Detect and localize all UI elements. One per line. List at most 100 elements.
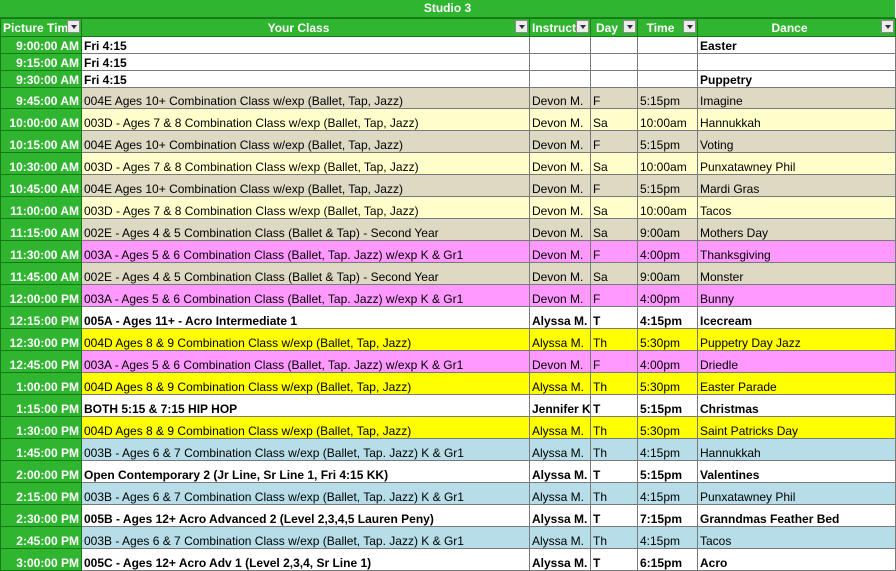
cell-class[interactable]: Fri 4:15	[81, 36, 530, 54]
cell-time[interactable]: 4:00pm	[637, 350, 698, 373]
cell-time[interactable]: 6:15pm	[637, 548, 698, 571]
cell-dance[interactable]: Punxatawney Phil	[697, 152, 896, 175]
cell-day[interactable]: F	[590, 284, 638, 307]
cell-dance[interactable]: Granndmas Feather Bed	[697, 504, 896, 527]
cell-day[interactable]	[590, 53, 638, 71]
cell-dance[interactable]: Mardi Gras	[697, 174, 896, 197]
cell-time[interactable]: 9:00am	[637, 218, 698, 241]
cell-day[interactable]: Sa	[590, 152, 638, 175]
cell-instructor[interactable]: Devon M.	[529, 87, 591, 109]
cell-instructor[interactable]: Alyssa M.	[529, 526, 591, 549]
cell-dance[interactable]: Thanksgiving	[697, 240, 896, 263]
cell-dance[interactable]: Voting	[697, 130, 896, 153]
cell-time[interactable]: 9:00am	[637, 262, 698, 285]
cell-day[interactable]: Th	[590, 372, 638, 395]
filter-dropdown-icon[interactable]	[515, 20, 528, 33]
cell-class[interactable]: 002E - Ages 4 & 5 Combination Class (Bal…	[81, 262, 530, 285]
cell-picture-time[interactable]: 9:45:00 AM	[0, 87, 82, 109]
cell-picture-time[interactable]: 1:00:00 PM	[0, 372, 82, 395]
cell-class[interactable]: 003B - Ages 6 & 7 Combination Class w/ex…	[81, 438, 530, 461]
cell-day[interactable]: F	[590, 350, 638, 373]
cell-picture-time[interactable]: 11:15:00 AM	[0, 218, 82, 241]
cell-day[interactable]: Th	[590, 482, 638, 505]
cell-picture-time[interactable]: 12:00:00 PM	[0, 284, 82, 307]
cell-day[interactable]: F	[590, 130, 638, 153]
cell-day[interactable]: Th	[590, 526, 638, 549]
cell-time[interactable]	[637, 36, 698, 54]
cell-picture-time[interactable]: 2:00:00 PM	[0, 460, 82, 483]
cell-class[interactable]: BOTH 5:15 & 7:15 HIP HOP	[81, 394, 530, 417]
cell-day[interactable]: Sa	[590, 218, 638, 241]
cell-time[interactable]: 4:00pm	[637, 284, 698, 307]
cell-dance[interactable]: Tacos	[697, 196, 896, 219]
cell-dance[interactable]: Punxatawney Phil	[697, 482, 896, 505]
cell-instructor[interactable]: Alyssa M.	[529, 548, 591, 571]
cell-day[interactable]: Th	[590, 416, 638, 439]
cell-instructor[interactable]: Devon M.	[529, 240, 591, 263]
cell-class[interactable]: Open Contemporary 2 (Jr Line, Sr Line 1,…	[81, 460, 530, 483]
cell-day[interactable]: Th	[590, 328, 638, 351]
cell-class[interactable]: 003A - Ages 5 & 6 Combination Class (Bal…	[81, 350, 530, 373]
cell-time[interactable]: 4:15pm	[637, 438, 698, 461]
filter-dropdown-icon[interactable]	[881, 20, 894, 33]
cell-class[interactable]: 005B - Ages 12+ Acro Advanced 2 (Level 2…	[81, 504, 530, 527]
cell-dance[interactable]: Hannukkah	[697, 108, 896, 131]
cell-time[interactable]: 5:15pm	[637, 174, 698, 197]
cell-time[interactable]: 4:15pm	[637, 526, 698, 549]
cell-picture-time[interactable]: 12:15:00 PM	[0, 306, 82, 329]
cell-instructor[interactable]: Alyssa M.	[529, 416, 591, 439]
cell-instructor[interactable]	[529, 36, 591, 54]
cell-day[interactable]: F	[590, 87, 638, 109]
cell-instructor[interactable]: Devon M.	[529, 174, 591, 197]
cell-dance[interactable]: Saint Patricks Day	[697, 416, 896, 439]
cell-picture-time[interactable]: 3:00:00 PM	[0, 548, 82, 571]
cell-time[interactable]: 4:15pm	[637, 306, 698, 329]
cell-dance[interactable]: Driedle	[697, 350, 896, 373]
cell-picture-time[interactable]: 12:45:00 PM	[0, 350, 82, 373]
cell-instructor[interactable]: Alyssa M.	[529, 460, 591, 483]
cell-day[interactable]: T	[590, 394, 638, 417]
cell-class[interactable]: 002E - Ages 4 & 5 Combination Class (Bal…	[81, 218, 530, 241]
cell-class[interactable]: Fri 4:15	[81, 53, 530, 71]
cell-picture-time[interactable]: 9:30:00 AM	[0, 70, 82, 88]
cell-class[interactable]: 003D - Ages 7 & 8 Combination Class w/ex…	[81, 108, 530, 131]
cell-instructor[interactable]: Devon M.	[529, 218, 591, 241]
cell-picture-time[interactable]: 11:00:00 AM	[0, 196, 82, 219]
cell-class[interactable]: 004D Ages 8 & 9 Combination Class w/exp …	[81, 416, 530, 439]
cell-class[interactable]: 005A - Ages 11+ - Acro Intermediate 1	[81, 306, 530, 329]
cell-picture-time[interactable]: 1:30:00 PM	[0, 416, 82, 439]
cell-picture-time[interactable]: 9:15:00 AM	[0, 53, 82, 71]
cell-class[interactable]: 003D - Ages 7 & 8 Combination Class w/ex…	[81, 152, 530, 175]
cell-dance[interactable]: Valentines	[697, 460, 896, 483]
cell-time[interactable]: 5:15pm	[637, 460, 698, 483]
cell-class[interactable]: 005C - Ages 12+ Acro Adv 1 (Level 2,3,4,…	[81, 548, 530, 571]
cell-time[interactable]: 5:30pm	[637, 372, 698, 395]
cell-day[interactable]: Sa	[590, 262, 638, 285]
cell-time[interactable]	[637, 70, 698, 88]
cell-dance[interactable]: Icecream	[697, 306, 896, 329]
cell-time[interactable]: 10:00am	[637, 196, 698, 219]
cell-day[interactable]	[590, 36, 638, 54]
cell-class[interactable]: 003A - Ages 5 & 6 Combination Class (Bal…	[81, 284, 530, 307]
cell-picture-time[interactable]: 2:45:00 PM	[0, 526, 82, 549]
cell-instructor[interactable]: Devon M.	[529, 284, 591, 307]
cell-day[interactable]: Sa	[590, 196, 638, 219]
cell-instructor[interactable]: Devon M.	[529, 130, 591, 153]
cell-dance[interactable]: Tacos	[697, 526, 896, 549]
cell-dance[interactable]: Puppetry	[697, 70, 896, 88]
cell-time[interactable]: 4:15pm	[637, 482, 698, 505]
cell-day[interactable]: T	[590, 306, 638, 329]
cell-picture-time[interactable]: 12:30:00 PM	[0, 328, 82, 351]
cell-instructor[interactable]: Alyssa M.	[529, 504, 591, 527]
cell-time[interactable]: 5:15pm	[637, 130, 698, 153]
cell-class[interactable]: 004E Ages 10+ Combination Class w/exp (B…	[81, 130, 530, 153]
cell-day[interactable]: T	[590, 504, 638, 527]
cell-dance[interactable]: Bunny	[697, 284, 896, 307]
cell-picture-time[interactable]: 1:45:00 PM	[0, 438, 82, 461]
cell-dance[interactable]: Mothers Day	[697, 218, 896, 241]
cell-instructor[interactable]: Devon M.	[529, 152, 591, 175]
cell-time[interactable]: 4:00pm	[637, 240, 698, 263]
cell-picture-time[interactable]: 10:15:00 AM	[0, 130, 82, 153]
cell-dance[interactable]: Monster	[697, 262, 896, 285]
cell-class[interactable]: 004D Ages 8 & 9 Combination Class w/exp …	[81, 328, 530, 351]
